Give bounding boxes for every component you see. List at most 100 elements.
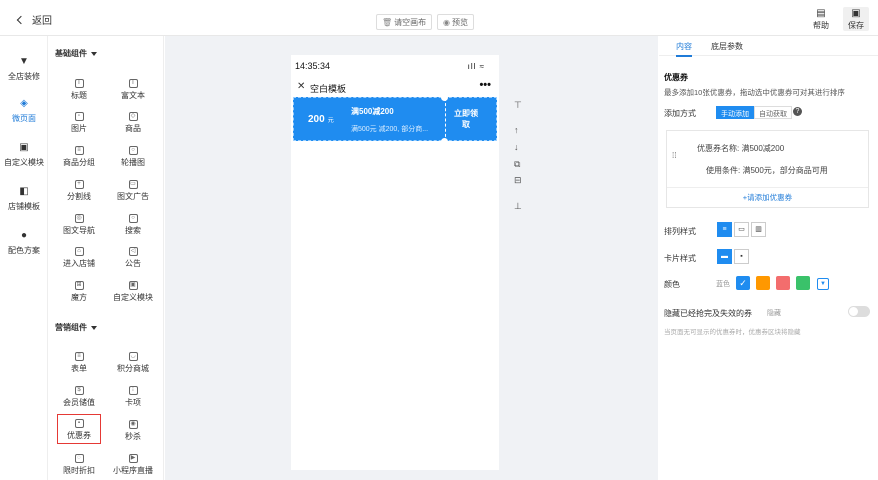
settings-panel: 内容 底层参数 优惠券 最多添加10张优惠券，拖动选中优惠券可对其进行排序 添加… — [659, 36, 878, 480]
comp-image[interactable]: ▫ 图片 — [51, 112, 107, 134]
nav-label: 微页面 — [12, 114, 36, 123]
swatch-green[interactable] — [796, 276, 810, 290]
move-bottom-icon[interactable]: ⊥ — [514, 201, 522, 212]
custom-module-icon: ▣ — [128, 281, 138, 290]
component-palette: 基础组件 T 标题 T 富文本 ▫ 图片 ◇ 商品 ≡ 商品分组 ○ 轮播图 + 分割线 ▭ 图… — [48, 36, 164, 480]
basic-components-header[interactable]: 基础组件 — [55, 48, 97, 59]
coupon-name: 满500减200 — [351, 107, 394, 116]
comp-label: 表单 — [71, 364, 87, 373]
coupon-name-line: 优惠券名称: 满500减200 — [697, 144, 785, 153]
comp-flash-sale[interactable]: ◉ 秒杀 — [105, 420, 161, 442]
question-icon[interactable]: ? — [793, 107, 802, 116]
card-style-1-icon[interactable]: ▬ — [717, 249, 732, 264]
comp-member-recharge[interactable]: $ 会员储值 — [51, 386, 107, 408]
coupon-desc: 满500元 减200, 部分商... — [351, 126, 429, 133]
comp-goods-group[interactable]: ≡ 商品分组 — [51, 146, 107, 168]
comp-mini-program-live[interactable]: ▶ 小程序直播 — [105, 454, 161, 476]
hide-expired-toggle[interactable] — [848, 306, 870, 317]
left-nav: ▼ 全店装修 ◈ 微页面 ▣ 自定义模块 ◧ 店铺模板 ● 配色方案 — [0, 36, 48, 480]
page-titlebar: ✕ 空白模板 ••• — [291, 79, 499, 97]
comp-goods[interactable]: ◇ 商品 — [105, 112, 161, 134]
section-hint: 最多添加10张优惠券，拖动选中优惠券可对其进行排序 — [664, 88, 845, 97]
layout-list-icon[interactable]: ≡ — [717, 222, 732, 237]
layout-scroll-icon[interactable]: ▭ — [734, 222, 749, 237]
comp-custom-module[interactable]: ▣ 自定义模块 — [105, 281, 161, 303]
card-style-2-icon[interactable]: ▪ — [734, 249, 749, 264]
mode-auto-button[interactable]: 自动获取 — [754, 106, 792, 119]
coupon-condition-line: 使用条件: 满500元，部分商品可用 — [706, 166, 828, 175]
comp-label: 商品分组 — [63, 158, 95, 167]
more-icon[interactable]: ••• — [479, 79, 491, 91]
nav-item-custom-module[interactable]: ▣ 自定义模块 — [0, 142, 48, 168]
comp-notice[interactable]: ◁ 公告 — [105, 247, 161, 269]
comp-points-mall[interactable]: ◡ 积分商城 — [105, 352, 161, 374]
custom-color-picker[interactable]: ▼ — [817, 278, 829, 290]
comp-enter-store[interactable]: ⌂ 进入店铺 — [51, 247, 107, 269]
discount-icon: ◌ — [74, 454, 84, 463]
copy-icon[interactable]: ⧉ — [514, 159, 520, 170]
tab-content[interactable]: 内容 — [676, 41, 692, 57]
comp-divider[interactable]: + 分割线 — [51, 180, 107, 202]
comp-label: 公告 — [125, 259, 141, 268]
swatch-orange[interactable] — [756, 276, 770, 290]
drag-handle-icon[interactable]: ⁞⁞ — [672, 151, 676, 160]
nav-item-micro-page[interactable]: ◈ 微页面 — [0, 98, 48, 124]
title-icon: T — [74, 79, 84, 88]
nav-item-store-decoration[interactable]: ▼ 全店装修 — [0, 56, 48, 82]
nav-item-store-template[interactable]: ◧ 店铺模板 — [0, 186, 48, 212]
coupon-separator — [445, 98, 446, 142]
eye-icon: ◉ — [443, 17, 450, 27]
tab-base-params[interactable]: 底层参数 — [711, 41, 743, 52]
comp-image-ad[interactable]: ▭ 图文广告 — [105, 180, 161, 202]
comp-title[interactable]: T 标题 — [51, 79, 107, 101]
card-style-label: 卡片样式 — [664, 254, 696, 263]
move-top-icon[interactable]: ⊤ — [514, 100, 522, 111]
comp-label: 图文广告 — [117, 192, 149, 201]
layout-grid-icon[interactable]: ▥ — [751, 222, 766, 237]
move-up-icon[interactable]: ↑ — [514, 125, 519, 135]
carousel-icon: ○ — [128, 146, 138, 155]
comp-label: 商品 — [125, 124, 141, 133]
back-button[interactable]: 返回 — [16, 12, 52, 27]
close-icon[interactable]: ✕ — [297, 81, 305, 92]
nav-label: 店铺模板 — [8, 202, 40, 211]
color-label: 颜色 — [664, 280, 680, 289]
compass-icon: ◎ — [74, 214, 84, 223]
save-button[interactable]: ▣ 保存 — [843, 7, 869, 31]
coupon-get-button[interactable]: 立即领取 — [454, 108, 478, 130]
preview-label: 预览 — [451, 17, 468, 27]
points-mall-icon: ◡ — [128, 352, 138, 361]
comp-search[interactable]: ○ 搜索 — [105, 214, 161, 236]
image-icon: ▫ — [74, 112, 84, 121]
save-icon: ▣ — [851, 8, 861, 19]
caret-down-icon — [91, 325, 97, 330]
back-label: 返回 — [32, 16, 52, 27]
comp-cube[interactable]: ⊞ 魔方 — [51, 281, 107, 303]
comp-coupon[interactable]: ▪ 优惠券 — [57, 414, 101, 444]
comp-limited-discount[interactable]: ◌ 限时折扣 — [51, 454, 107, 476]
comp-form[interactable]: ≡ 表单 — [51, 352, 107, 374]
clear-canvas-button[interactable]: 🗑 请空画布 — [376, 14, 433, 30]
coupon-amount-value: 200 — [308, 114, 325, 125]
marketing-components-title: 营销组件 — [55, 323, 87, 332]
swatch-blue-selected[interactable]: ✓ — [736, 276, 750, 290]
mode-manual-button[interactable]: 手动添加 — [716, 106, 754, 119]
marketing-components-header[interactable]: 营销组件 — [55, 322, 97, 333]
help-button[interactable]: ▤ 帮助 — [809, 7, 833, 31]
swatch-red[interactable] — [776, 276, 790, 290]
layout-style-label: 排列样式 — [664, 227, 696, 236]
delete-icon[interactable]: ⊟ — [514, 175, 522, 186]
signal-wifi-icon: ıll ≈ — [467, 62, 485, 71]
nav-item-color-scheme[interactable]: ● 配色方案 — [0, 230, 48, 256]
coupon-icon: ▪ — [74, 419, 84, 428]
preview-button[interactable]: ◉ 预览 — [437, 14, 474, 30]
coupon-widget[interactable]: 200 元 满500减200 满500元 减200, 部分商... 立即领取 — [293, 94, 497, 145]
comp-carousel[interactable]: ○ 轮播图 — [105, 146, 161, 168]
comp-image-nav[interactable]: ◎ 图文导航 — [51, 214, 107, 236]
comp-label: 标题 — [71, 91, 87, 100]
move-down-icon[interactable]: ↓ — [514, 142, 519, 152]
member-icon: $ — [74, 386, 84, 395]
comp-card-item[interactable]: ⁞ 卡项 — [105, 386, 161, 408]
add-coupon-button[interactable]: +请添加优惠券 — [667, 187, 868, 207]
comp-rich-text[interactable]: T 富文本 — [105, 79, 161, 101]
